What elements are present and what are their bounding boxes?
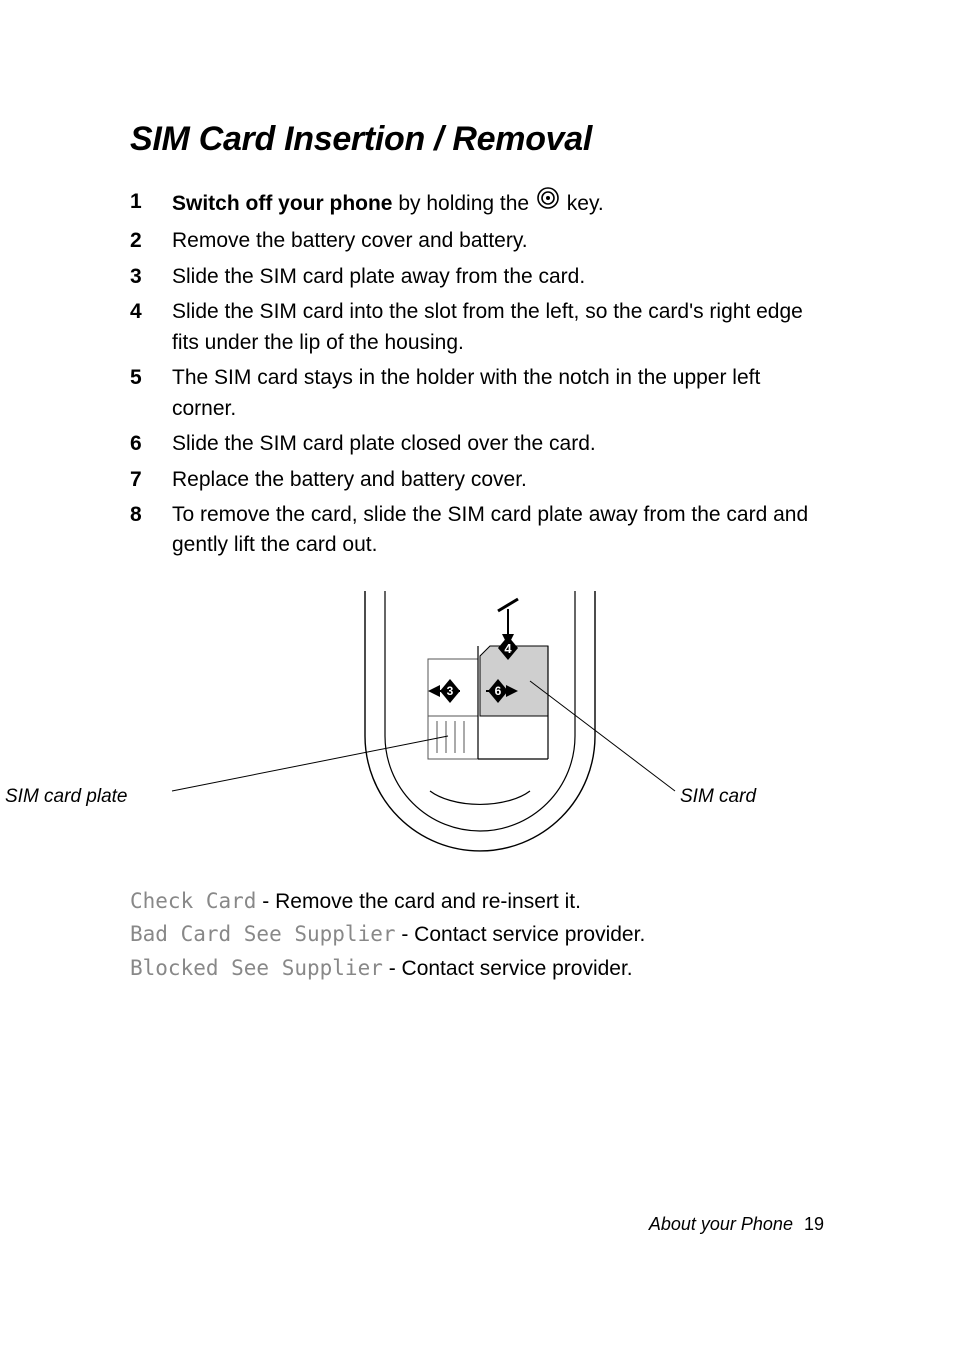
page-footer: About your Phone 19 (649, 1214, 824, 1235)
step-7: Replace the battery and battery cover. (130, 465, 824, 495)
msg-blocked: Blocked See Supplier - Contact service p… (130, 953, 824, 985)
step-3: Slide the SIM card plate away from the c… (130, 262, 824, 292)
msg-text: - Remove the card and re-insert it. (256, 890, 580, 913)
callout-3-text: 3 (447, 684, 454, 698)
instruction-list: Switch off your phone by holding the key… (130, 187, 824, 561)
error-messages: Check Card - Remove the card and re-inse… (130, 886, 824, 985)
step-6: Slide the SIM card plate closed over the… (130, 429, 824, 459)
sim-diagram-svg: 4 3 6 (130, 591, 830, 866)
step-1-bold: Switch off your phone (172, 192, 393, 215)
step-5: The SIM card stays in the holder with th… (130, 363, 824, 424)
lcd-text: Check Card (130, 889, 256, 913)
msg-text: - Contact service provider. (383, 957, 633, 980)
lcd-text: Bad Card See Supplier (130, 922, 396, 946)
lcd-text: Blocked See Supplier (130, 956, 383, 980)
step-1-pre: by holding the (393, 192, 535, 215)
step-4: Slide the SIM card into the slot from th… (130, 297, 824, 358)
msg-bad-card: Bad Card See Supplier - Contact service … (130, 919, 824, 951)
callout-4-text: 4 (504, 641, 512, 656)
sim-diagram: 4 3 6 SIM card plate SIM card (130, 591, 830, 866)
msg-text: - Contact service provider. (396, 923, 646, 946)
power-key-icon (537, 187, 559, 218)
footer-page-number: 19 (804, 1214, 824, 1234)
step-1: Switch off your phone by holding the key… (130, 187, 824, 221)
callout-6-text: 6 (495, 684, 502, 698)
msg-check-card: Check Card - Remove the card and re-inse… (130, 886, 824, 918)
step-8: To remove the card, slide the SIM card p… (130, 500, 824, 561)
page-title: SIM Card Insertion / Removal (130, 120, 824, 159)
step-1-post: key. (561, 192, 604, 215)
step-2: Remove the battery cover and battery. (130, 226, 824, 256)
diagram-label-card: SIM card (680, 786, 756, 808)
diagram-label-plate: SIM card plate (5, 786, 128, 808)
footer-section: About your Phone (649, 1214, 793, 1234)
